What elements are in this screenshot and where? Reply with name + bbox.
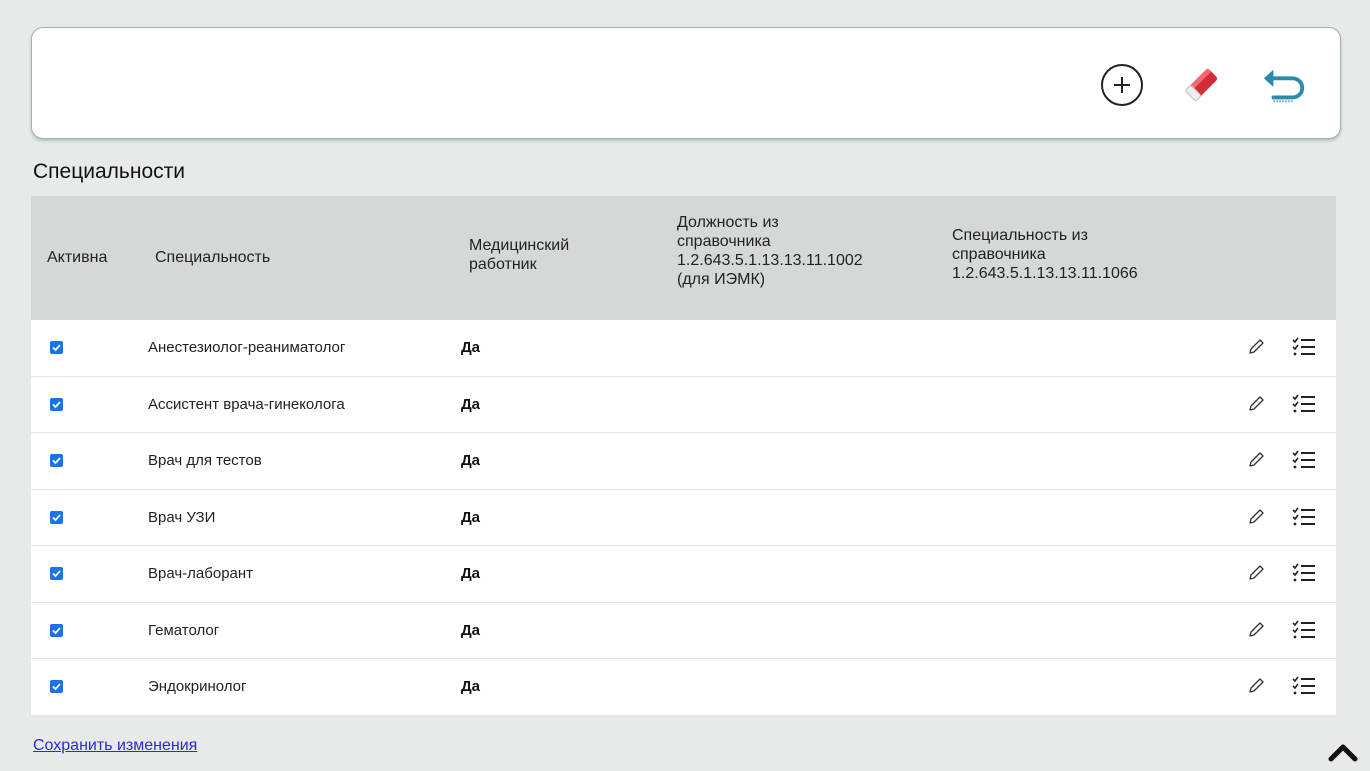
pencil-icon[interactable]	[1246, 394, 1266, 414]
specialty-name: Анестезиолог-реаниматолог	[148, 339, 346, 356]
header-position-reference: Должность из справочника 1.2.643.5.1.13.…	[677, 214, 863, 288]
medical-worker-value: Да	[461, 621, 481, 639]
active-checkbox[interactable]	[50, 680, 63, 693]
medical-worker-value: Да	[461, 508, 481, 526]
checklist-icon[interactable]	[1292, 506, 1316, 528]
table-row: Врач для тестов Да	[31, 433, 1336, 490]
add-button[interactable]	[1098, 61, 1146, 109]
medical-worker-value: Да	[461, 339, 481, 356]
medical-worker-value: Да	[461, 395, 481, 413]
chevron-up-icon[interactable]	[1327, 740, 1359, 764]
pencil-icon[interactable]	[1246, 563, 1266, 583]
specialty-name: Врач УЗИ	[148, 508, 216, 526]
specialties-table: Активна Специальность Медицинский работн…	[31, 196, 1336, 716]
table-row: Врач-лаборант Да	[31, 546, 1336, 603]
save-changes-link[interactable]: Сохранить изменения	[33, 737, 197, 755]
table-header: Активна Специальность Медицинский работн…	[31, 196, 1336, 320]
clear-button[interactable]	[1178, 61, 1226, 109]
checklist-icon[interactable]	[1292, 336, 1316, 358]
table-body: Анестезиолог-реаниматолог Да Ассистент в…	[31, 320, 1336, 716]
header-active: Активна	[47, 249, 108, 266]
pencil-icon[interactable]	[1246, 337, 1266, 357]
active-checkbox[interactable]	[50, 454, 63, 467]
eraser-icon	[1185, 68, 1218, 101]
pencil-icon[interactable]	[1246, 676, 1266, 696]
specialty-name: Врач для тестов	[148, 452, 262, 469]
header-specialty-reference: Специальность из справочника 1.2.643.5.1…	[952, 227, 1138, 282]
checklist-icon[interactable]	[1292, 619, 1316, 641]
circle-plus-icon	[1101, 64, 1143, 106]
active-checkbox[interactable]	[50, 623, 63, 637]
specialty-name: Врач-лаборант	[148, 565, 254, 582]
table-row: Ассистент врача-гинеколога Да	[31, 376, 1336, 433]
active-checkbox[interactable]	[50, 510, 63, 524]
checklist-icon[interactable]	[1292, 675, 1316, 697]
section-title: Специальности	[33, 160, 185, 183]
toolbar-panel	[31, 27, 1341, 139]
return-arrow-icon	[1263, 69, 1305, 103]
pencil-icon[interactable]	[1246, 620, 1266, 640]
medical-worker-value: Да	[461, 565, 481, 582]
header-medical-worker: Медицинский работник	[469, 237, 570, 273]
header-specialty: Специальность	[155, 249, 271, 266]
specialty-name: Гематолог	[148, 621, 220, 639]
checklist-icon[interactable]	[1292, 393, 1316, 415]
active-checkbox[interactable]	[50, 397, 63, 411]
checklist-icon[interactable]	[1292, 449, 1316, 471]
specialty-name: Ассистент врача-гинеколога	[148, 395, 345, 413]
active-checkbox[interactable]	[50, 341, 63, 354]
medical-worker-value: Да	[461, 678, 481, 695]
pencil-icon[interactable]	[1246, 507, 1266, 527]
checklist-icon[interactable]	[1292, 562, 1316, 584]
active-checkbox[interactable]	[50, 567, 63, 580]
table-row: Анестезиолог-реаниматолог Да	[31, 320, 1336, 377]
table-row: Врач УЗИ Да	[31, 489, 1336, 546]
pencil-icon[interactable]	[1246, 450, 1266, 470]
specialty-name: Эндокринолог	[148, 678, 247, 695]
table-row: Эндокринолог Да	[31, 659, 1336, 716]
medical-worker-value: Да	[461, 452, 481, 469]
table-row: Гематолог Да	[31, 602, 1336, 659]
back-button[interactable]	[1260, 61, 1308, 109]
